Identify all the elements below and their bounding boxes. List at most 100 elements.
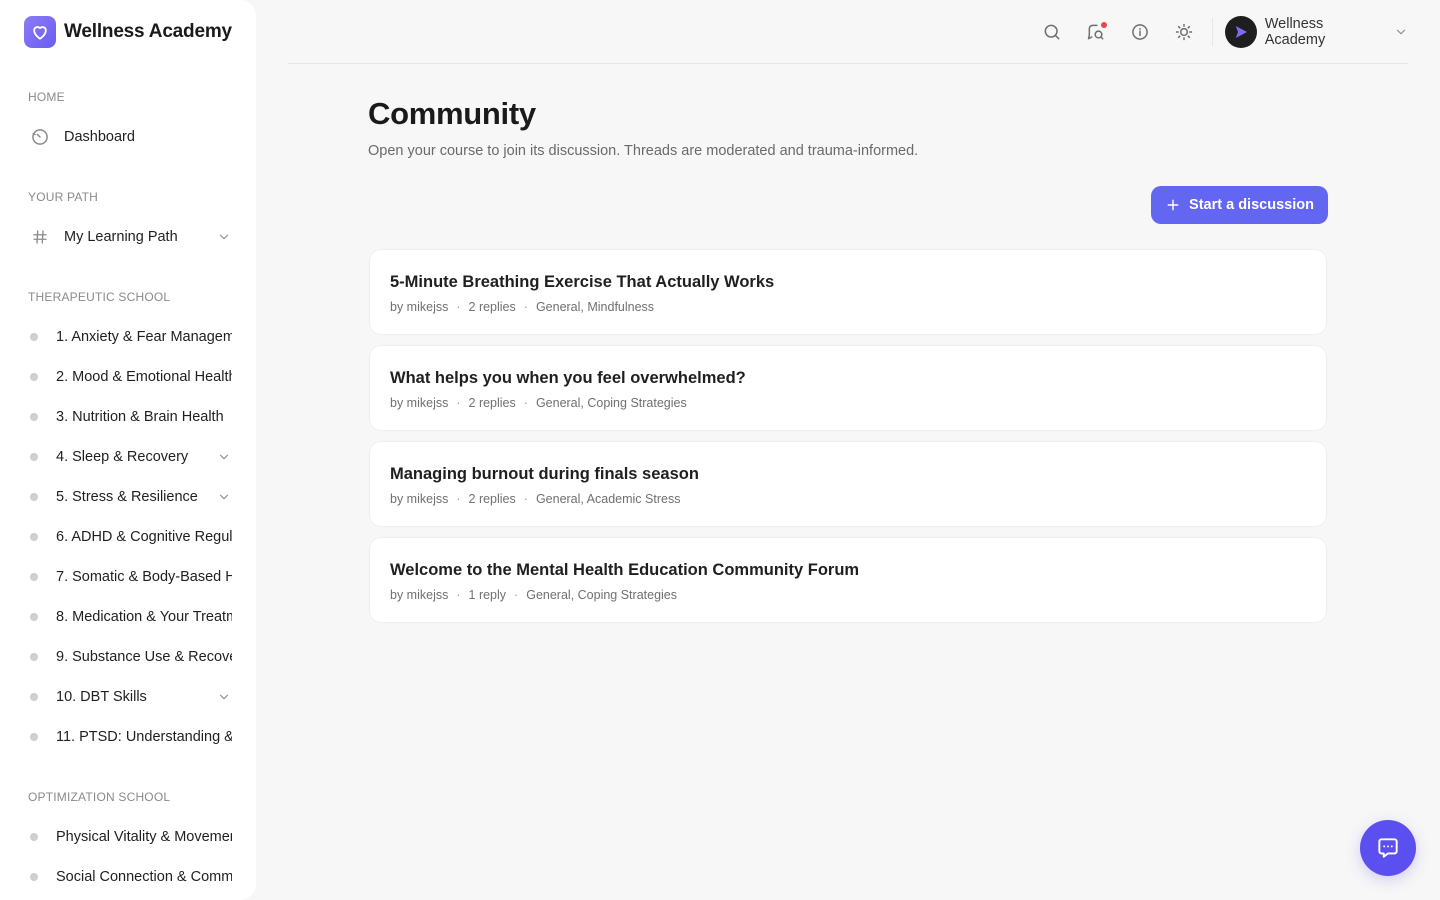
brand-name: Wellness Academy bbox=[64, 21, 232, 42]
course-status-dot bbox=[30, 493, 38, 501]
thread-meta: by mikejss · 2 replies · General, Academic S… bbox=[390, 492, 680, 506]
course-status-dot bbox=[30, 873, 38, 881]
plus-icon bbox=[1165, 197, 1181, 213]
sidebar-course-item[interactable]: Physical Vitality & Movement bbox=[30, 823, 232, 851]
sidebar-course-item[interactable]: 4. Sleep & Recovery bbox=[30, 443, 232, 471]
thread-title[interactable]: 5-Minute Breathing Exercise That Actuall… bbox=[390, 273, 774, 292]
sidebar-course-item[interactable]: 9. Substance Use & Recovery bbox=[30, 643, 232, 671]
sidebar-item-label: 9. Substance Use & Recovery bbox=[56, 649, 232, 665]
page-title: Community bbox=[368, 96, 536, 131]
course-status-dot bbox=[30, 373, 38, 381]
sidebar-item-label: 5. Stress & Resilience bbox=[56, 489, 198, 505]
thread-card[interactable]: 5-Minute Breathing Exercise That Actuall… bbox=[369, 249, 1327, 335]
section-label-optimization: OPTIMIZATION SCHOOL bbox=[28, 790, 171, 804]
thread-tags: General, Academic Stress bbox=[535, 492, 681, 506]
start-discussion-button[interactable]: Start a discussion bbox=[1151, 186, 1328, 224]
thread-tags: General, Coping Strategies bbox=[526, 588, 677, 602]
chevron-down-icon[interactable] bbox=[216, 229, 232, 245]
thread-meta: by mikejss · 1 reply · General, Coping Strat… bbox=[390, 588, 677, 602]
meta-separator: · bbox=[523, 300, 528, 314]
thread-card[interactable]: What helps you when you feel overwhelmed… bbox=[369, 345, 1327, 431]
course-status-dot bbox=[30, 693, 38, 701]
thread-replies: 2 replies bbox=[468, 300, 516, 314]
sidebar-course-item[interactable]: 2. Mood & Emotional Health bbox=[30, 363, 232, 391]
sidebar-item-dashboard[interactable]: Dashboard bbox=[28, 123, 232, 151]
search-icon[interactable] bbox=[1040, 20, 1064, 44]
sidebar-course-item[interactable]: 6. ADHD & Cognitive Regulation bbox=[30, 523, 232, 551]
meta-separator: · bbox=[456, 492, 461, 506]
sidebar-course-item[interactable]: Social Connection & Community bbox=[30, 863, 232, 891]
course-status-dot bbox=[30, 733, 38, 741]
sidebar-item-label: My Learning Path bbox=[64, 229, 178, 245]
course-status-dot bbox=[30, 833, 38, 841]
thread-tags: General, Coping Strategies bbox=[535, 396, 687, 410]
sidebar: Wellness Academy HOME Dashboard YOUR PAT… bbox=[0, 0, 256, 900]
sidebar-course-item[interactable]: 11. PTSD: Understanding & Healing bbox=[30, 723, 232, 751]
chevron-down-icon bbox=[1394, 25, 1408, 39]
topbar-divider bbox=[1212, 18, 1213, 46]
sidebar-item-label: Dashboard bbox=[64, 129, 135, 145]
dashboard-gauge-icon bbox=[28, 125, 52, 149]
thread-card[interactable]: Managing burnout during finals season by … bbox=[369, 441, 1327, 527]
sidebar-course-item[interactable]: 8. Medication & Your Treatment bbox=[30, 603, 232, 631]
sidebar-item-learning-path[interactable]: My Learning Path bbox=[28, 223, 232, 251]
sidebar-course-item[interactable]: 3. Nutrition & Brain Health bbox=[30, 403, 232, 431]
thread-meta: by mikejss · 2 replies · General, Mindfulnes… bbox=[390, 300, 654, 314]
course-status-dot bbox=[30, 653, 38, 661]
thread-author: by mikejss bbox=[390, 396, 449, 410]
chat-support-button[interactable] bbox=[1360, 820, 1416, 876]
thread-meta: by mikejss · 2 replies · General, Coping Str… bbox=[390, 396, 687, 410]
meta-separator: · bbox=[523, 396, 528, 410]
sidebar-item-label: 11. PTSD: Understanding & Healing bbox=[56, 729, 232, 745]
sidebar-course-item[interactable]: 7. Somatic & Body-Based Healing bbox=[30, 563, 232, 591]
sidebar-item-label: Physical Vitality & Movement bbox=[56, 829, 232, 845]
thread-author: by mikejss bbox=[390, 492, 449, 506]
thread-author: by mikejss bbox=[390, 300, 449, 314]
thread-title[interactable]: Managing burnout during finals season bbox=[390, 465, 699, 484]
chevron-down-icon[interactable] bbox=[216, 689, 232, 705]
brand[interactable]: Wellness Academy bbox=[24, 16, 232, 48]
thread-title[interactable]: Welcome to the Mental Health Education C… bbox=[390, 561, 859, 580]
sidebar-course-item[interactable]: 1. Anxiety & Fear Management bbox=[30, 323, 232, 351]
meta-separator: · bbox=[456, 588, 461, 602]
thread-author: by mikejss bbox=[390, 588, 449, 602]
section-label-therapeutic: THERAPEUTIC SCHOOL bbox=[28, 290, 171, 304]
info-icon[interactable] bbox=[1128, 20, 1152, 44]
course-status-dot bbox=[30, 453, 38, 461]
chevron-down-icon[interactable] bbox=[216, 449, 232, 465]
meta-separator: · bbox=[523, 492, 528, 506]
meta-separator: · bbox=[456, 396, 461, 410]
chat-notification-icon[interactable] bbox=[1084, 20, 1108, 44]
sidebar-course-item[interactable]: 5. Stress & Resilience bbox=[30, 483, 232, 511]
account-name: Wellness Academy bbox=[1264, 16, 1326, 48]
sidebar-item-label: 1. Anxiety & Fear Management bbox=[56, 329, 232, 345]
meta-separator: · bbox=[456, 300, 461, 314]
course-status-dot bbox=[30, 533, 38, 541]
sidebar-course-item[interactable]: 10. DBT Skills bbox=[30, 683, 232, 711]
notification-badge bbox=[1101, 22, 1107, 28]
course-status-dot bbox=[30, 333, 38, 341]
section-label-home: HOME bbox=[28, 90, 65, 104]
course-status-dot bbox=[30, 413, 38, 421]
top-bar: Wellness Academy bbox=[288, 0, 1408, 64]
course-status-dot bbox=[30, 573, 38, 581]
start-discussion-label: Start a discussion bbox=[1189, 197, 1314, 213]
sidebar-item-label: 4. Sleep & Recovery bbox=[56, 449, 189, 465]
thread-replies: 2 replies bbox=[468, 396, 516, 410]
sidebar-item-label: 7. Somatic & Body-Based Healing bbox=[56, 569, 232, 585]
thread-replies: 2 replies bbox=[468, 492, 516, 506]
thread-replies: 1 reply bbox=[468, 588, 507, 602]
section-label-path: YOUR PATH bbox=[28, 190, 99, 204]
hash-icon bbox=[28, 225, 52, 249]
theme-sun-icon[interactable] bbox=[1172, 20, 1196, 44]
course-status-dot bbox=[30, 613, 38, 621]
chat-bubble-icon bbox=[1378, 838, 1398, 858]
thread-title[interactable]: What helps you when you feel overwhelmed… bbox=[390, 369, 746, 388]
sidebar-item-label: Social Connection & Community bbox=[56, 869, 232, 885]
thread-tags: General, Mindfulness bbox=[535, 300, 655, 314]
thread-card[interactable]: Welcome to the Mental Health Education C… bbox=[369, 537, 1327, 623]
account-menu[interactable]: Wellness Academy bbox=[1225, 16, 1408, 48]
heart-logo-icon bbox=[24, 16, 56, 48]
sidebar-item-label: 10. DBT Skills bbox=[56, 689, 147, 705]
chevron-down-icon[interactable] bbox=[216, 489, 232, 505]
